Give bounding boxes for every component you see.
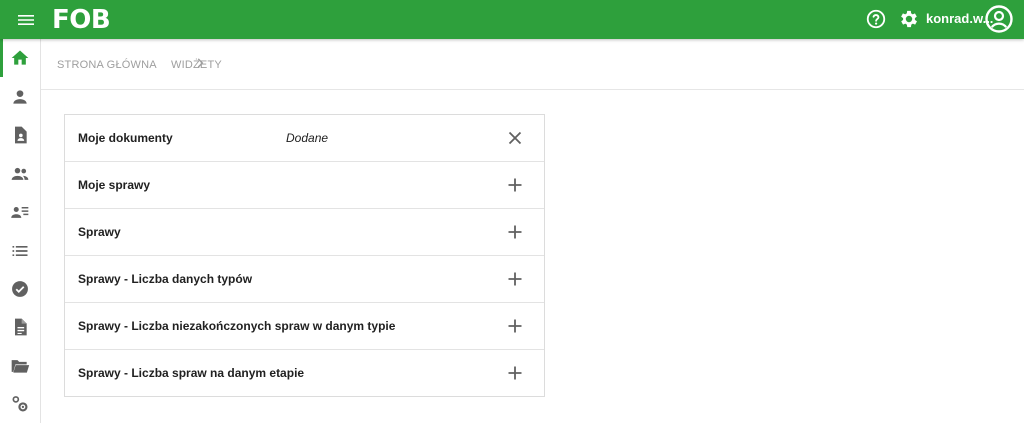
home-icon <box>11 50 29 65</box>
gear-icon[interactable] <box>898 8 920 30</box>
add-widget-button[interactable] <box>505 269 525 289</box>
breadcrumb: STRONA GŁÓWNA WIDŻETY <box>41 39 1024 90</box>
account-circle-icon[interactable] <box>984 4 1014 34</box>
plus-icon <box>508 272 522 286</box>
plus-icon <box>508 319 522 333</box>
help-icon[interactable] <box>865 8 887 30</box>
plus-icon <box>508 366 522 380</box>
sidebar-item-person[interactable] <box>0 78 40 116</box>
widget-name: Moje dokumenty <box>78 131 173 145</box>
list-icon <box>12 246 28 256</box>
widget-name: Sprawy <box>78 225 121 239</box>
person-icon <box>13 90 27 104</box>
add-widget-button[interactable] <box>505 316 525 336</box>
people-icon <box>11 167 29 180</box>
sidebar-item-folder[interactable] <box>0 347 40 385</box>
plus-icon <box>508 178 522 192</box>
app-logo[interactable]: FOB <box>52 5 111 35</box>
remove-widget-button[interactable] <box>505 128 525 148</box>
breadcrumb-current: WIDŻETY <box>171 59 222 71</box>
widget-row: Moje sprawy <box>65 162 544 209</box>
widget-name: Sprawy - Liczba danych typów <box>78 272 253 286</box>
close-icon <box>508 131 522 145</box>
widget-row: Sprawy - Liczba danych typów <box>65 256 544 303</box>
sidebar-item-list[interactable] <box>0 232 40 270</box>
widget-row: Moje dokumenty Dodane <box>65 115 544 162</box>
breadcrumb-home[interactable]: STRONA GŁÓWNA <box>57 59 157 71</box>
add-widget-button[interactable] <box>505 175 525 195</box>
sidebar-item-person-list[interactable] <box>0 193 40 231</box>
plus-icon <box>508 225 522 239</box>
sidebar <box>0 39 41 423</box>
menu-icon[interactable] <box>14 8 38 32</box>
add-widget-button[interactable] <box>505 363 525 383</box>
top-app-bar: FOB konrad.w... <box>0 0 1024 39</box>
widgets-list: Moje dokumenty Dodane Moje sprawy Sprawy… <box>64 114 545 397</box>
contact-document-icon <box>15 126 27 144</box>
widget-row: Sprawy - Liczba spraw na danym etapie <box>65 350 544 396</box>
person-list-icon <box>11 207 29 218</box>
add-widget-button[interactable] <box>505 222 525 242</box>
widget-row: Sprawy - Liczba niezakończonych spraw w … <box>65 303 544 350</box>
sidebar-item-people[interactable] <box>0 155 40 193</box>
app-logo-text: FOB <box>52 5 111 35</box>
widget-status: Dodane <box>286 131 329 145</box>
folder-open-icon <box>11 360 30 373</box>
document-icon <box>15 318 27 336</box>
sidebar-item-check[interactable] <box>0 270 40 308</box>
settings-gears-icon <box>12 396 28 412</box>
sidebar-item-contact-document[interactable] <box>0 116 40 154</box>
widget-name: Sprawy - Liczba spraw na danym etapie <box>78 366 305 380</box>
widget-name: Sprawy - Liczba niezakończonych spraw w … <box>78 319 396 333</box>
sidebar-item-document[interactable] <box>0 308 40 346</box>
widget-row: Sprawy <box>65 209 544 256</box>
sidebar-item-settings[interactable] <box>0 385 40 423</box>
sidebar-item-home[interactable] <box>0 39 40 77</box>
widget-name: Moje sprawy <box>78 178 151 192</box>
check-circle-icon <box>12 281 28 297</box>
